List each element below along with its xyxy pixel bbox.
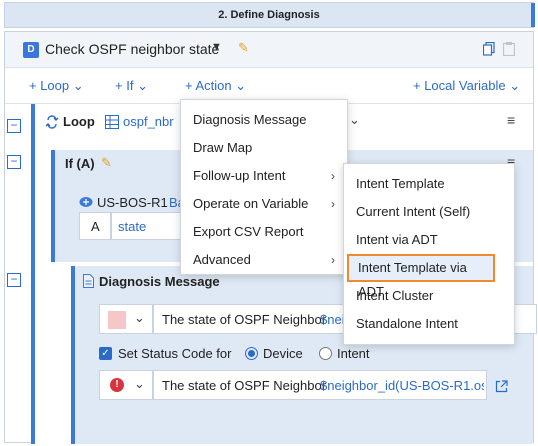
- diagnosis-collapse-toggle[interactable]: −: [7, 273, 21, 287]
- diagnosis-title[interactable]: Check OSPF neighbor state: [45, 41, 219, 57]
- action-menu-item[interactable]: Draw Map: [181, 134, 347, 162]
- loop-icon: [45, 115, 59, 129]
- condition-field[interactable]: state: [111, 212, 191, 240]
- chevron-down-icon: ⌄: [134, 310, 145, 325]
- copy-icon[interactable]: [483, 42, 495, 56]
- message1-status-select[interactable]: ⌄: [99, 304, 153, 334]
- action-menu-item-label: Diagnosis Message: [193, 112, 307, 127]
- follow-up-intent-submenu: Intent Template Current Intent (Self) Inte…: [343, 163, 515, 345]
- add-action-label: + Action: [185, 78, 232, 93]
- diagnosis-badge: D: [23, 42, 39, 58]
- radio-device[interactable]: [245, 347, 258, 360]
- action-menu-item[interactable]: Follow-up Intent ›: [181, 162, 347, 190]
- message2-status-select[interactable]: ! ⌄: [99, 370, 153, 400]
- error-icon: !: [110, 378, 124, 392]
- chevron-down-icon: ⌄: [72, 78, 84, 93]
- intent-submenu-item[interactable]: Intent Template: [344, 170, 514, 198]
- intent-submenu-item[interactable]: Standalone Intent: [344, 310, 514, 338]
- action-menu-item[interactable]: Advanced ›: [181, 246, 347, 274]
- chevron-right-icon: ›: [331, 197, 335, 211]
- intent-submenu-item[interactable]: Intent via ADT: [344, 226, 514, 254]
- step-bar-label: 2. Define Diagnosis: [218, 9, 320, 21]
- action-menu-item[interactable]: Operate on Variable ›: [181, 190, 347, 218]
- intent-submenu-item-label: Standalone Intent: [356, 316, 458, 331]
- action-menu-item-label: Operate on Variable: [193, 196, 309, 211]
- action-menu: Diagnosis Message Draw Map Follow-up Inten…: [180, 99, 348, 275]
- intent-submenu-item[interactable]: Intent Cluster: [344, 282, 514, 310]
- intent-submenu-item[interactable]: Intent Template via ADT: [347, 254, 495, 299]
- intent-submenu-item-label: Intent via ADT: [356, 232, 438, 247]
- table-icon: [105, 115, 119, 129]
- action-menu-item-label: Export CSV Report: [193, 224, 304, 239]
- add-local-variable-label: + Local Variable: [413, 78, 506, 93]
- condition-letter-box: A: [79, 212, 111, 240]
- status-color-swatch: [108, 311, 126, 329]
- status-code-label: Set Status Code for: [118, 346, 232, 361]
- add-local-variable-button[interactable]: + Local Variable ⌄: [413, 78, 520, 94]
- loop-label: Loop: [63, 114, 95, 129]
- radio-device-label: Device: [263, 346, 303, 361]
- chevron-down-icon: ⌄: [134, 376, 145, 391]
- if-edit-pencil-icon[interactable]: ✎: [101, 155, 112, 171]
- chevron-right-icon: ›: [331, 253, 335, 267]
- message2-variable: $neighbor_id(US-BOS-R1.ospf: [320, 378, 484, 393]
- loop-variable[interactable]: ospf_nbr: [123, 114, 174, 129]
- message2-field[interactable]: The state of OSPF Neighbor $neighbor_id(…: [153, 370, 487, 400]
- intent-submenu-item[interactable]: Current Intent (Self): [344, 198, 514, 226]
- if-label: If (A): [65, 156, 95, 171]
- action-menu-item-label: Advanced: [193, 252, 251, 267]
- chevron-right-icon: ›: [331, 169, 335, 183]
- action-menu-item-label: Follow-up Intent: [193, 168, 286, 183]
- chevron-down-icon: ⌄: [235, 78, 247, 93]
- step-bar: 2. Define Diagnosis: [4, 2, 535, 28]
- diagnosis-message-title: Diagnosis Message: [99, 274, 220, 289]
- if-device-name: US-BOS-R1: [97, 195, 168, 210]
- card-header: D Check OSPF neighbor state ▼ ✎: [5, 32, 533, 68]
- condition-text: state: [118, 219, 147, 234]
- loop-variable-chevron-icon[interactable]: ⌄: [349, 112, 360, 128]
- condition-letter: A: [91, 219, 100, 234]
- add-if-button[interactable]: + If ⌄: [115, 78, 148, 94]
- message2-prefix: The state of OSPF Neighbor: [162, 378, 327, 393]
- title-chevron-down-icon[interactable]: ▼: [211, 41, 222, 53]
- chevron-down-icon: ⌄: [137, 78, 148, 93]
- external-link-icon[interactable]: [495, 380, 508, 393]
- edit-pencil-icon[interactable]: ✎: [238, 40, 249, 56]
- radio-intent[interactable]: [319, 347, 332, 360]
- radio-device-dot: [248, 350, 255, 357]
- step-bar-scroll-indicator: [531, 3, 535, 27]
- loop-menu-icon[interactable]: ≡: [507, 112, 515, 128]
- action-menu-item[interactable]: Diagnosis Message: [181, 106, 347, 134]
- intent-submenu-item-label: Current Intent (Self): [356, 204, 471, 219]
- radio-intent-label: Intent: [337, 346, 370, 361]
- status-code-checkbox[interactable]: ✓: [99, 347, 112, 360]
- intent-submenu-item-label: Intent Template: [356, 176, 445, 191]
- action-menu-item[interactable]: Export CSV Report: [181, 218, 347, 246]
- paste-icon[interactable]: [503, 42, 515, 56]
- if-collapse-toggle[interactable]: −: [7, 155, 21, 169]
- router-icon: [79, 197, 93, 207]
- chevron-down-icon: ⌄: [509, 78, 521, 93]
- document-icon: [83, 274, 94, 288]
- message1-prefix: The state of OSPF Neighbor: [162, 312, 327, 327]
- intent-submenu-item-label: Intent Cluster: [356, 288, 434, 303]
- loop-collapse-toggle[interactable]: −: [7, 119, 21, 133]
- add-if-label: + If: [115, 78, 134, 93]
- add-loop-button[interactable]: + Loop ⌄: [29, 78, 84, 94]
- add-action-button[interactable]: + Action ⌄: [185, 78, 246, 94]
- add-loop-label: + Loop: [29, 78, 70, 93]
- action-menu-item-label: Draw Map: [193, 140, 253, 155]
